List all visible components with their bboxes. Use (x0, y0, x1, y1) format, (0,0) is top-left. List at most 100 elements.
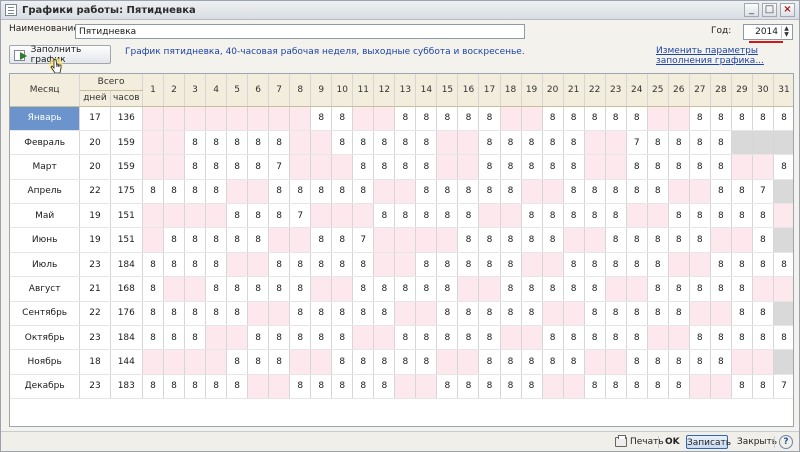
day-cell[interactable] (752, 130, 774, 156)
day-cell[interactable]: 8 (205, 301, 228, 327)
day-cell[interactable]: 8 (542, 154, 564, 180)
day-cell[interactable]: 8 (773, 325, 793, 351)
day-cell[interactable]: 8 (373, 203, 396, 229)
day-cell[interactable] (563, 227, 585, 253)
day-cell[interactable]: 8 (289, 252, 312, 278)
day-cell[interactable]: 8 (731, 276, 753, 302)
day-cell[interactable] (773, 349, 793, 375)
day-cell[interactable]: 8 (500, 374, 522, 400)
day-cell[interactable] (142, 349, 165, 375)
month-name[interactable]: Октябрь (10, 325, 81, 351)
day-cell[interactable]: 8 (626, 252, 648, 278)
day-cell[interactable]: 8 (415, 106, 438, 131)
day-cell[interactable]: 8 (226, 301, 249, 327)
day-cell[interactable] (142, 227, 165, 253)
day-cell[interactable] (689, 301, 711, 327)
day-cell[interactable]: 8 (457, 227, 480, 253)
day-cell[interactable]: 8 (163, 252, 186, 278)
day-cell[interactable]: 8 (394, 130, 417, 156)
day-cell[interactable] (394, 374, 417, 400)
day-cell[interactable]: 8 (142, 252, 165, 278)
day-cell[interactable]: 8 (478, 252, 501, 278)
change-parameters-link[interactable]: Изменить параметры заполнения графика... (656, 46, 796, 66)
day-cell[interactable]: 8 (689, 349, 711, 375)
day-cell[interactable] (268, 106, 291, 131)
day-cell[interactable] (542, 374, 564, 400)
day-cell[interactable]: 8 (247, 154, 270, 180)
day-cell[interactable] (457, 154, 480, 180)
day-cell[interactable] (352, 106, 375, 131)
day-cell[interactable] (563, 374, 585, 400)
day-cell[interactable]: 8 (647, 227, 669, 253)
day-cell[interactable]: 8 (205, 130, 228, 156)
day-cell[interactable]: 8 (205, 252, 228, 278)
day-cell[interactable]: 8 (436, 374, 459, 400)
day-cell[interactable] (247, 106, 270, 131)
day-cell[interactable]: 8 (752, 203, 774, 229)
day-cell[interactable] (373, 106, 396, 131)
day-cell[interactable] (142, 106, 165, 131)
day-cell[interactable]: 8 (521, 203, 543, 229)
day-cell[interactable]: 8 (731, 203, 753, 229)
month-name[interactable]: Январь (10, 106, 81, 131)
day-cell[interactable]: 8 (373, 276, 396, 302)
day-cell[interactable]: 8 (415, 179, 438, 205)
day-cell[interactable] (205, 325, 228, 351)
day-cell[interactable]: 8 (500, 349, 522, 375)
day-cell[interactable]: 8 (415, 203, 438, 229)
day-cell[interactable]: 8 (710, 276, 732, 302)
day-cell[interactable]: 8 (247, 227, 270, 253)
day-cell[interactable]: 8 (563, 106, 585, 131)
day-cell[interactable]: 8 (731, 325, 753, 351)
day-cell[interactable]: 8 (478, 179, 501, 205)
day-cell[interactable] (163, 154, 186, 180)
day-cell[interactable]: 8 (563, 130, 585, 156)
day-cell[interactable]: 8 (373, 130, 396, 156)
day-cell[interactable]: 8 (415, 252, 438, 278)
day-cell[interactable] (373, 325, 396, 351)
month-name[interactable]: Февраль (10, 130, 81, 156)
day-cell[interactable]: 8 (142, 374, 165, 400)
day-cell[interactable]: 8 (226, 374, 249, 400)
day-cell[interactable] (205, 203, 228, 229)
day-cell[interactable]: 8 (731, 301, 753, 327)
day-cell[interactable] (331, 276, 354, 302)
day-cell[interactable]: 8 (268, 349, 291, 375)
day-cell[interactable]: 8 (331, 179, 354, 205)
day-cell[interactable]: 8 (668, 301, 690, 327)
day-cell[interactable]: 8 (542, 349, 564, 375)
day-cell[interactable] (352, 203, 375, 229)
day-cell[interactable]: 8 (205, 179, 228, 205)
day-cell[interactable]: 8 (584, 179, 606, 205)
table-row[interactable]: Декабрь 23 183 8 8 8 8 8 8 8 8 8 8 8 8 8 8 8 8 8 8 8 8 8 8 7 (10, 374, 793, 400)
day-cell[interactable] (331, 154, 354, 180)
table-row[interactable]: Сентябрь 22 176 8 8 8 8 8 8 8 8 8 8 8 8 8 8 8 8 8 8 8 8 8 8 (10, 301, 793, 327)
day-cell[interactable]: 8 (500, 130, 522, 156)
day-cell[interactable]: 8 (289, 301, 312, 327)
day-cell[interactable]: 8 (457, 325, 480, 351)
day-cell[interactable]: 8 (436, 179, 459, 205)
day-cell[interactable]: 8 (668, 227, 690, 253)
day-cell[interactable] (415, 227, 438, 253)
day-cell[interactable] (457, 130, 480, 156)
day-cell[interactable]: 8 (436, 252, 459, 278)
day-cell[interactable]: 8 (689, 106, 711, 131)
day-cell[interactable]: 8 (415, 325, 438, 351)
day-cell[interactable] (310, 203, 333, 229)
day-cell[interactable]: 7 (289, 203, 312, 229)
day-cell[interactable]: 8 (415, 276, 438, 302)
day-cell[interactable] (394, 227, 417, 253)
day-cell[interactable] (247, 374, 270, 400)
day-cell[interactable]: 8 (626, 179, 648, 205)
day-cell[interactable]: 8 (710, 154, 732, 180)
day-cell[interactable] (584, 154, 606, 180)
day-cell[interactable] (478, 203, 501, 229)
day-cell[interactable]: 8 (500, 227, 522, 253)
name-input[interactable]: Пятидневка (75, 24, 525, 39)
day-cell[interactable]: 8 (415, 349, 438, 375)
day-cell[interactable] (226, 252, 249, 278)
day-cell[interactable] (542, 179, 564, 205)
table-row[interactable]: Август 21 168 8 8 8 8 8 8 8 8 8 8 8 8 8 8 8 8 8 8 8 8 8 (10, 276, 793, 302)
day-cell[interactable]: 8 (331, 301, 354, 327)
table-row[interactable]: Январь 17 136 8 8 8 8 8 8 8 8 8 8 8 8 8 8 8 8 8 (10, 106, 793, 131)
